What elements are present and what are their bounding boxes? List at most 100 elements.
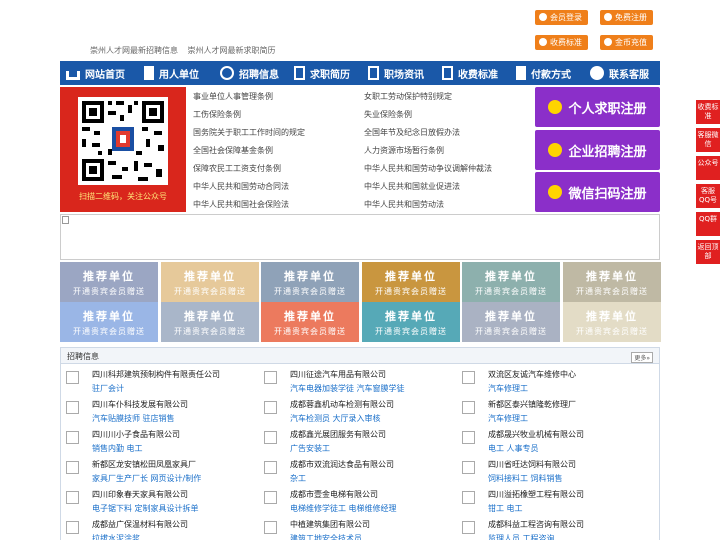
nav-service[interactable]: 联系客服 [584,61,660,85]
nav-employers[interactable]: 用人单位 [138,61,214,85]
policy-link[interactable]: 保障农民工工资支付条例 [193,163,281,174]
side-qq-group-button[interactable]: QQ群 [696,212,720,236]
job-list-item[interactable]: 新都区泰兴镇隆乾修理厂 汽车修理工 [456,397,646,427]
job-seeker-register-button[interactable]: 个人求职注册 [535,87,660,127]
banner-ad[interactable] [60,214,660,260]
job-list-item[interactable]: 四川川小子食品有限公司 销售内勤 电工 [60,427,250,457]
company-name[interactable]: 成都市双流润达食品有限公司 [290,459,394,470]
company-name[interactable]: 四川科邦建筑预制构件有限责任公司 [92,369,220,380]
company-name[interactable]: 成都晟兴牧业机械有限公司 [488,429,584,440]
latest-jobs-link[interactable]: 崇州人才网最新招聘信息 [90,46,178,55]
job-positions[interactable]: 汽车修理工 [488,413,528,424]
company-name[interactable]: 成都鑫光展团服务有限公司 [290,429,386,440]
policy-link[interactable]: 失业保险条例 [364,109,412,120]
job-list-item[interactable]: 四川印象春天家具有限公司 电子锯下料 定制家具设计拆单 [60,487,250,517]
nav-resumes[interactable]: 求职简历 [288,61,362,85]
wechat-register-button[interactable]: 微信扫码注册 [535,172,660,212]
job-positions[interactable]: 家具厂生产厂长 网页设计/制作 [92,473,201,484]
rec-unit-tile[interactable]: 推荐单位 开通贵宾会员赠送 [362,302,460,342]
side-official-account-button[interactable]: 公众号 [696,156,720,180]
job-list-item[interactable]: 成都晟兴牧业机械有限公司 电工 人事专员 [456,427,646,457]
job-list-item[interactable]: 四川车仆科技发展有限公司 汽车贴膜技师 驻店销售 [60,397,250,427]
company-name[interactable]: 四川川小子食品有限公司 [92,429,180,440]
rec-unit-tile[interactable]: 推荐单位 开通贵宾会员赠送 [261,262,359,302]
company-name[interactable]: 新都区泰兴镇隆乾修理厂 [488,399,576,410]
job-positions[interactable]: 电工 人事专员 [488,443,539,454]
nav-news[interactable]: 职场资讯 [362,61,436,85]
job-positions[interactable]: 杂工 [290,473,306,484]
rec-unit-tile[interactable]: 推荐单位 开通贵宾会员赠送 [161,302,259,342]
company-name[interactable]: 成都市壹金电梯有限公司 [290,489,378,500]
job-positions[interactable]: 汽车贴膜技师 驻店销售 [92,413,175,424]
policy-link[interactable]: 全国年节及纪念日放假办法 [364,127,460,138]
job-positions[interactable]: 汽车修理工 [488,383,528,394]
side-qq-service-button[interactable]: 客服QQ号 [696,184,720,208]
job-list-item[interactable]: 成都益广保温材料有限公司拉拔水泥涂浆 [60,517,250,540]
company-name[interactable]: 成都益广保温材料有限公司 [92,519,188,530]
company-name[interactable]: 成都蓉鑫机动车检测有限公司 [290,399,394,410]
job-positions[interactable]: 销售内勤 电工 [92,443,143,454]
job-positions[interactable]: 监理人员 工程咨询 [488,533,555,540]
job-list-item[interactable]: 中植建筑集团有限公司建筑工地安全技术员 [258,517,448,540]
policy-link[interactable]: 中华人民共和国劳动合同法 [193,181,289,192]
register-button[interactable]: 免费注册 [600,10,653,25]
company-name[interactable]: 四川征途汽车用品有限公司 [290,369,386,380]
company-name[interactable]: 四川印象春天家具有限公司 [92,489,188,500]
job-list-item[interactable]: 成都市壹金电梯有限公司电梯维修学徒工 电梯维修经理 [258,487,448,517]
job-positions[interactable]: 电子锯下料 定制家具设计拆单 [92,503,199,514]
company-name[interactable]: 双流区友诚汽车维修中心 [488,369,576,380]
rec-unit-tile[interactable]: 推荐单位 开通贵宾会员赠送 [60,302,158,342]
nav-pricing[interactable]: 收费标准 [436,61,510,85]
policy-link[interactable]: 事业单位人事管理条例 [193,91,273,102]
login-button[interactable]: 会员登录 [535,10,588,25]
job-positions[interactable]: 电梯维修学徒工 电梯维修经理 [290,503,397,514]
rec-unit-tile[interactable]: 推荐单位 开通贵宾会员赠送 [563,262,661,302]
policy-link[interactable]: 工伤保险条例 [193,109,241,120]
policy-link[interactable]: 全国社会保障基金条例 [193,145,273,156]
nav-home[interactable]: 网站首页 [60,61,138,85]
job-positions[interactable]: 汽车电器加装学徒 汽车窗膜学徒 [290,383,405,394]
rec-unit-tile[interactable]: 推荐单位 开通贵宾会员赠送 [261,302,359,342]
job-list-item[interactable]: 四川科邦建筑预制构件有限责任公司 驻厂会计 [60,367,250,397]
employer-register-button[interactable]: 企业招聘注册 [535,130,660,170]
company-name[interactable]: 四川溢拓橡塑工程有限公司 [488,489,584,500]
job-positions[interactable]: 钳工 电工 [488,503,523,514]
side-wechat-service-button[interactable]: 客服微信 [696,128,720,152]
company-name[interactable]: 成都科益工程咨询有限公司 [488,519,584,530]
rec-unit-tile[interactable]: 推荐单位 开通贵宾会员赠送 [161,262,259,302]
job-list-item[interactable]: 四川省旺达饲料有限公司 饲料接料工 饲料销售 [456,457,646,487]
job-list-item[interactable]: 双流区友诚汽车维修中心 汽车修理工 [456,367,646,397]
company-name[interactable]: 四川车仆科技发展有限公司 [92,399,188,410]
job-positions[interactable]: 建筑工地安全技术员 [290,533,362,540]
latest-resumes-link[interactable]: 崇州人才网最新求职简历 [188,46,276,55]
job-positions[interactable]: 广告安装工 [290,443,330,454]
side-pricing-button[interactable]: 收费标准 [696,100,720,124]
job-list-item[interactable]: 四川溢拓橡塑工程有限公司 钳工 电工 [456,487,646,517]
policy-link[interactable]: 中华人民共和国就业促进法 [364,181,460,192]
rec-unit-tile[interactable]: 推荐单位 开通贵宾会员赠送 [563,302,661,342]
pricing-button[interactable]: 收费标准 [535,35,588,50]
recharge-button[interactable]: 金币充值 [600,35,653,50]
company-name[interactable]: 中植建筑集团有限公司 [290,519,370,530]
job-positions[interactable]: 汽车检测员 大厅录入审核 [290,413,381,424]
more-jobs-link[interactable]: 更多» [631,352,653,363]
policy-link[interactable]: 中华人民共和国劳动法 [364,199,444,210]
job-positions[interactable]: 驻厂会计 [92,383,124,394]
job-positions[interactable]: 拉拔水泥涂浆 [92,533,140,540]
policy-link[interactable]: 人力资源市场暂行条例 [364,145,444,156]
company-name[interactable]: 四川省旺达饲料有限公司 [488,459,576,470]
company-name[interactable]: 新都区龙安镇松田凤凰家具厂 [92,459,196,470]
job-positions[interactable]: 饲料接料工 饲料销售 [488,473,563,484]
nav-jobs[interactable]: 招聘信息 [214,61,288,85]
policy-link[interactable]: 国务院关于职工工作时间的规定 [193,127,305,138]
job-list-item[interactable]: 新都区龙安镇松田凤凰家具厂 家具厂生产厂长 网页设计/制作 [60,457,250,487]
job-list-item[interactable]: 成都市双流润达食品有限公司 杂工 [258,457,448,487]
rec-unit-tile[interactable]: 推荐单位 开通贵宾会员赠送 [462,262,560,302]
rec-unit-tile[interactable]: 推荐单位 开通贵宾会员赠送 [362,262,460,302]
nav-payment[interactable]: 付款方式 [510,61,584,85]
policy-link[interactable]: 中华人民共和国社会保险法 [193,199,289,210]
job-list-item[interactable]: 成都科益工程咨询有限公司监理人员 工程咨询 [456,517,646,540]
policy-link[interactable]: 中华人民共和国劳动争议调解仲裁法 [364,163,492,174]
job-list-item[interactable]: 成都蓉鑫机动车检测有限公司 汽车检测员 大厅录入审核 [258,397,448,427]
side-back-to-top-button[interactable]: 返回顶部 [696,240,720,264]
